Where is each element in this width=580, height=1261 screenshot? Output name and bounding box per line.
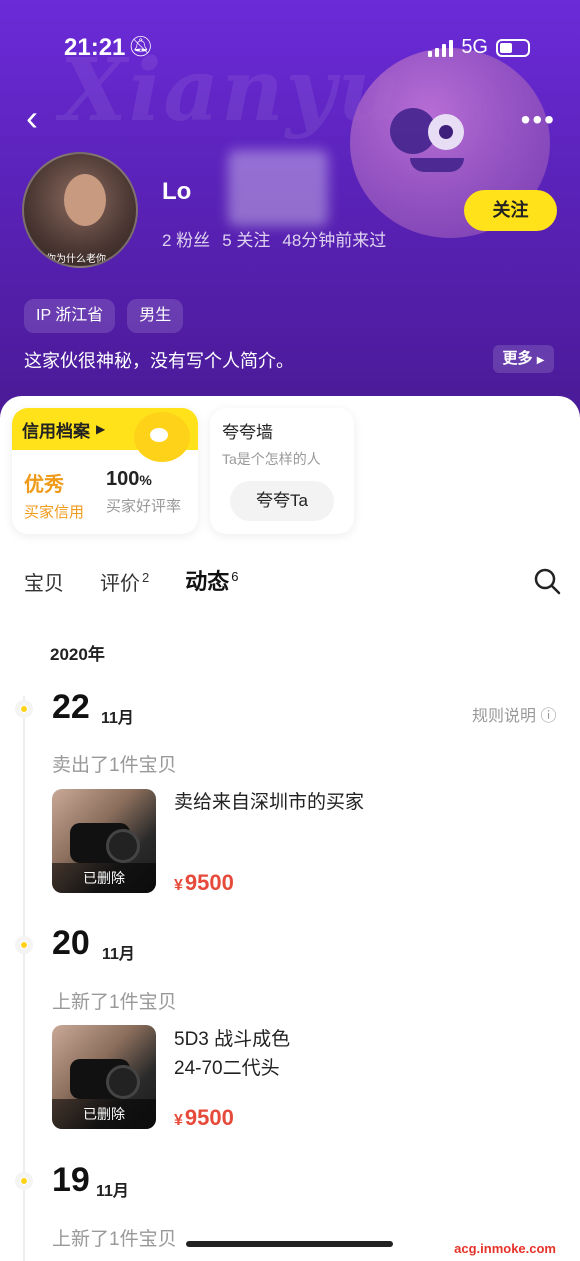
user-stats: 2 粉丝 5 关注 48分钟前来过 [162,226,386,251]
tag-gender: 男生 [127,299,184,333]
item-title-line: 5D3 战斗成色 [174,1029,291,1050]
triangle-right-icon: ▶ [96,422,106,436]
timeline-day: 19 [52,1161,90,1199]
watermark: acg.inmoke.com [454,1241,556,1256]
timeline-day: 20 [52,924,90,962]
timeline-dot [15,700,33,718]
tab-activity-count: 6 [231,568,239,584]
praise-wall-card[interactable]: 夸夸墙 Ta是个怎样的人 夸夸Ta [210,408,354,534]
fans-count[interactable]: 2 粉丝 [162,226,210,251]
content-sheet: 信用档案 ▶ 优秀 买家信用 100% 买家好评率 夸夸墙 Ta是个怎样的人 夸… [0,396,580,1261]
timeline-event: 上新了1件宝贝 [52,1229,177,1250]
credit-card-title: 信用档案 [22,421,90,441]
praise-rate-unit: % [139,472,152,488]
item-thumbnail[interactable]: 已删除 [52,789,156,893]
mute-bell-icon: 🔕︎ [128,36,154,58]
item-title[interactable]: 5D3 战斗成色 24-70二代头 [174,1025,290,1083]
network-type: 5G [461,36,488,58]
credit-rating-value: 优秀 [24,474,64,496]
username: Lo [162,178,192,205]
status-time: 21:21 [64,34,126,61]
follow-button[interactable]: 关注 [464,190,557,231]
timeline-dot [15,1172,33,1190]
profile-bio: 这家伙很神秘，没有写个人简介。 [24,351,294,371]
back-chevron-icon[interactable]: ‹ [26,100,56,136]
item-price-value: 9500 [184,870,234,895]
mascot-icon [134,412,190,462]
profile-tags: IP 浙江省 男生 [24,299,184,333]
deleted-badge: 已删除 [52,1099,156,1129]
praise-rate-value: 100 [106,468,140,490]
home-indicator [186,1241,393,1247]
item-title[interactable]: 卖给来自深圳市的买家 [174,788,364,817]
profile-header: Xianyu 21:21 🔕︎ 5G ‹ ••• 你为什么老你 Lo 2 粉丝 … [0,0,580,420]
tab-activity-label: 动态 [185,569,230,594]
last-seen: 48分钟前来过 [282,231,387,250]
rules-link-label: 规则说明 [472,708,537,725]
avatar-caption: 你为什么老你 [46,254,106,265]
info-icon: ⓘ [540,708,557,725]
yen-symbol: ¥ [174,877,183,894]
timeline-day: 22 [52,688,90,726]
praise-wall-title: 夸夸墙 [222,423,273,442]
following-count[interactable]: 5 关注 [222,226,270,251]
more-dots-icon[interactable]: ••• [521,104,556,136]
timeline-event: 卖出了1件宝贝 [52,755,177,776]
praise-rate-label: 买家好评率 [106,498,182,515]
timeline-year: 2020年 [50,645,105,664]
item-title-line: 24-70二代头 [174,1058,280,1079]
deleted-badge: 已删除 [52,863,156,893]
tab-items[interactable]: 宝贝 [24,567,64,596]
timeline-dot [15,936,33,954]
battery-icon [496,38,530,57]
tag-ip-location: IP 浙江省 [24,299,116,333]
praise-button[interactable]: 夸夸Ta [230,481,334,521]
avatar[interactable]: 你为什么老你 [22,152,138,268]
tab-reviews-count: 2 [142,570,150,586]
tab-activity[interactable]: 动态 6 [185,564,238,596]
item-price: ¥9500 [174,870,234,896]
timeline-month: 11月 [101,710,134,727]
yen-symbol: ¥ [174,1112,183,1129]
tab-reviews[interactable]: 评价 2 [100,567,149,596]
profile-tabs: 宝贝 评价 2 动态 6 [24,564,238,596]
tab-reviews-label: 评价 [100,573,140,595]
timeline-month: 11月 [102,946,135,963]
credit-profile-card[interactable]: 信用档案 ▶ 优秀 买家信用 100% 买家好评率 [12,408,198,534]
credit-rating-label: 买家信用 [24,504,85,521]
more-label: 更多 [502,350,533,367]
item-thumbnail[interactable]: 已删除 [52,1025,156,1129]
signal-icon [428,39,454,57]
item-price-value: 9500 [184,1105,234,1130]
item-title-line: 卖给来自深圳市的买家 [174,792,365,813]
status-bar: 21:21 🔕︎ 5G [0,28,580,68]
triangle-right-icon: ▶ [536,355,545,366]
search-icon[interactable] [532,566,562,596]
praise-wall-subtitle: Ta是个怎样的人 [222,451,321,467]
tab-items-label: 宝贝 [24,573,64,595]
rules-link[interactable]: 规则说明 ⓘ [472,702,556,726]
redaction-mask [228,150,328,226]
more-button[interactable]: 更多 ▶ [493,345,554,373]
timeline-month: 11月 [96,1183,129,1200]
item-price: ¥9500 [174,1105,234,1131]
timeline-event: 上新了1件宝贝 [52,992,177,1013]
